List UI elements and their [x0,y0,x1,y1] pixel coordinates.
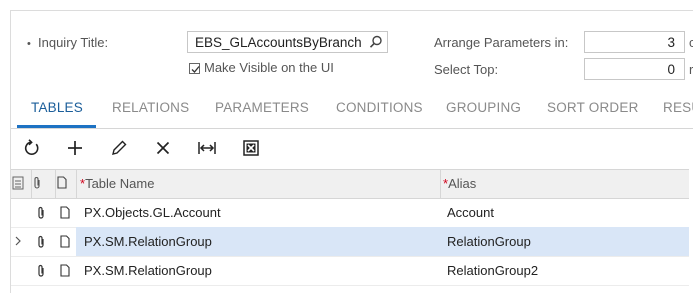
cell-alias[interactable]: RelationGroup [447,234,531,249]
tab-sort-order[interactable]: SORT ORDER [547,100,639,115]
delete-icon[interactable] [153,138,173,158]
attachment-icon[interactable] [36,206,46,223]
column-header-table-name[interactable]: *Table Name [80,176,154,191]
arrange-params-input[interactable]: 3 [584,31,685,53]
attachment-icon[interactable] [36,264,46,281]
tab-grouping[interactable]: GROUPING [446,100,521,115]
save-layout-icon[interactable] [12,176,24,193]
cell-table-name[interactable]: PX.SM.RelationGroup [84,263,212,278]
column-divider [76,170,77,198]
column-divider [440,170,441,198]
cell-alias[interactable]: Account [447,205,494,220]
table-row[interactable]: PX.Objects.GL.Account Account [11,198,689,228]
inquiry-title-label: Inquiry Title: [38,35,109,50]
note-icon[interactable] [60,264,70,280]
checkmark-icon [191,66,200,73]
table-name-header-label: Table Name [85,176,155,191]
cell-alias[interactable]: RelationGroup2 [447,263,538,278]
grid-header: *Table Name *Alias [11,169,689,199]
select-top-suffix: r [689,62,693,77]
search-icon[interactable] [369,35,383,52]
note-icon[interactable] [60,206,70,222]
attachment-icon[interactable] [36,235,46,252]
tab-bar: TABLES RELATIONS PARAMETERS CONDITIONS G… [11,88,693,129]
alias-header-label: Alias [448,176,477,191]
select-top-label: Select Top: [434,62,499,77]
column-divider [31,170,32,198]
column-header-alias[interactable]: *Alias [443,176,476,191]
edit-icon[interactable] [109,138,129,158]
attachment-header-icon [32,176,42,193]
select-top-value: 0 [667,62,675,77]
required-marker: • [27,38,31,50]
arrange-params-value: 3 [667,35,675,50]
note-icon[interactable] [60,235,70,251]
add-icon[interactable] [65,138,85,158]
tab-conditions[interactable]: CONDITIONS [336,100,423,115]
tab-parameters[interactable]: PARAMETERS [215,100,309,115]
column-divider [55,170,56,198]
inquiry-title-input[interactable]: EBS_GLAccountsByBranch [187,31,388,53]
make-visible-checkbox[interactable] [189,63,200,74]
arrange-params-suffix: c [689,35,693,50]
note-header-icon [57,176,67,192]
tab-results[interactable]: RESU [663,100,693,115]
tab-tables[interactable]: TABLES [31,100,83,115]
fit-to-screen-icon[interactable] [197,138,217,158]
export-excel-icon[interactable] [241,138,261,158]
inquiry-title-value: EBS_GLAccountsByBranch [195,35,362,50]
make-visible-label: Make Visible on the UI [204,60,334,75]
row-selector-chevron-icon[interactable] [14,235,22,250]
select-top-input[interactable]: 0 [584,58,685,80]
cell-table-name[interactable]: PX.Objects.GL.Account [84,205,221,220]
cell-table-name[interactable]: PX.SM.RelationGroup [84,234,212,249]
table-row[interactable]: PX.SM.RelationGroup RelationGroup2 [11,256,689,286]
refresh-icon[interactable] [22,138,42,158]
arrange-params-label: Arrange Parameters in: [434,35,569,50]
tab-relations[interactable]: RELATIONS [112,100,189,115]
active-tab-indicator [17,125,96,128]
table-row-selected[interactable]: PX.SM.RelationGroup RelationGroup [11,227,689,257]
